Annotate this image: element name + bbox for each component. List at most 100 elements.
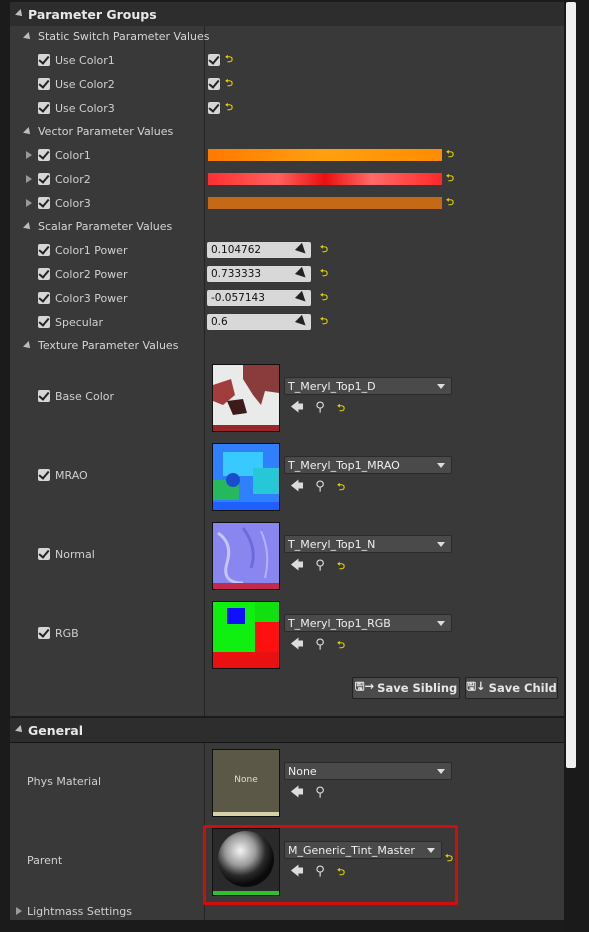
value-checkbox[interactable] [208, 54, 220, 66]
use-color3-row: Use Color3 ⮌ [10, 96, 565, 120]
parameter-groups-header[interactable]: Parameter Groups [10, 2, 565, 27]
browse-search-icon[interactable]: ⚲ [313, 786, 327, 800]
scalar-input[interactable]: 0.6 [207, 314, 311, 330]
color-swatch[interactable] [208, 197, 442, 209]
drag-handle-icon[interactable] [294, 314, 310, 330]
save-child-button[interactable]: 🖫↓ Save Child [465, 677, 558, 699]
reset-to-default-icon[interactable]: ⮌ [446, 198, 454, 208]
scrollbar-thumb[interactable] [566, 2, 576, 768]
checkbox[interactable] [38, 78, 50, 90]
collapse-arrow-icon[interactable] [15, 9, 25, 19]
section-title: General [28, 722, 83, 738]
checkbox[interactable] [38, 316, 50, 328]
general-header[interactable]: General [10, 718, 565, 743]
reset-to-default-icon[interactable]: ⮌ [446, 174, 454, 184]
checkbox[interactable] [38, 627, 50, 639]
browse-search-icon[interactable]: ⚲ [313, 638, 327, 652]
asset-combo[interactable]: T_Meryl_Top1_D [284, 377, 452, 395]
phys-material-thumbnail[interactable]: None [212, 749, 280, 817]
checkbox[interactable] [38, 390, 50, 402]
expand-arrow-icon[interactable] [26, 175, 32, 183]
browse-search-icon[interactable]: ⚲ [313, 480, 327, 494]
texture-thumbnail[interactable] [212, 601, 280, 669]
drag-handle-icon[interactable] [294, 290, 310, 306]
reset-to-default-icon[interactable]: ⮌ [320, 245, 328, 255]
color-swatch[interactable] [208, 173, 442, 185]
color-swatch[interactable] [208, 149, 442, 161]
browse-search-icon[interactable]: ⚲ [313, 559, 327, 573]
param-label: Color1 [55, 148, 91, 162]
value-checkbox[interactable] [208, 102, 220, 114]
category-title: Vector Parameter Values [38, 125, 174, 138]
use-selected-arrow-icon[interactable]: 🡄 [290, 638, 304, 652]
category-vector[interactable]: Vector Parameter Values [23, 125, 174, 138]
reset-to-default-icon[interactable]: ⮌ [320, 317, 328, 327]
category-static-switch[interactable]: Static Switch Parameter Values [23, 30, 209, 43]
asset-combo[interactable]: T_Meryl_Top1_MRAO [284, 456, 452, 474]
reset-to-default-icon[interactable]: ⮌ [225, 55, 233, 65]
use-selected-arrow-icon[interactable]: 🡄 [290, 786, 304, 800]
reset-to-default-icon[interactable]: ⮌ [446, 150, 454, 160]
param-label: Color2 Power [55, 267, 128, 281]
lightmass-settings-row[interactable]: Lightmass Settings [16, 899, 132, 923]
drag-handle-icon[interactable] [294, 266, 310, 282]
phys-material-combo[interactable]: None [284, 762, 452, 780]
browse-search-icon[interactable]: ⚲ [313, 401, 327, 415]
reset-to-default-icon[interactable]: ⮌ [320, 293, 328, 303]
checkbox[interactable] [38, 268, 50, 280]
asset-combo[interactable]: T_Meryl_Top1_N [284, 535, 452, 553]
param-label: RGB [55, 626, 79, 640]
scalar-input[interactable]: 0.733333 [207, 266, 311, 282]
texture-thumbnail[interactable] [212, 522, 280, 590]
drag-handle-icon[interactable] [294, 242, 310, 258]
checkbox[interactable] [38, 197, 50, 209]
category-texture[interactable]: Texture Parameter Values [23, 339, 179, 352]
use-selected-arrow-icon[interactable]: 🡄 [290, 401, 304, 415]
checkbox[interactable] [38, 548, 50, 560]
lightmass-label: Lightmass Settings [27, 904, 132, 918]
reset-to-default-icon[interactable]: ⮌ [225, 79, 233, 89]
collapse-arrow-icon[interactable] [15, 725, 25, 735]
collapse-arrow-icon[interactable] [23, 221, 33, 232]
reset-to-default-icon[interactable]: ⮌ [225, 103, 233, 113]
column-divider[interactable] [204, 26, 205, 716]
texture-thumbnail[interactable] [212, 443, 280, 511]
use-selected-arrow-icon[interactable]: 🡄 [290, 559, 304, 573]
base-color-label-row: Base Color [38, 384, 114, 408]
param-label: Use Color3 [55, 101, 115, 115]
reset-to-default-icon[interactable]: ⮌ [334, 401, 348, 415]
reset-to-default-icon[interactable]: ⮌ [334, 638, 348, 652]
reset-to-default-icon[interactable]: ⮌ [334, 480, 348, 494]
save-sibling-button[interactable]: 🖫→ Save Sibling [352, 677, 460, 699]
asset-combo[interactable]: T_Meryl_Top1_RGB [284, 614, 452, 632]
reset-to-default-icon[interactable]: ⮌ [320, 269, 328, 279]
checkbox[interactable] [38, 469, 50, 481]
texture-thumbnail[interactable] [212, 364, 280, 432]
expand-arrow-icon[interactable] [26, 151, 32, 159]
param-label: Color3 [55, 196, 91, 210]
color1-power-row: Color1 Power 0.104762 ⮌ [10, 238, 565, 262]
color3-power-row: Color3 Power -0.057143 ⮌ [10, 286, 565, 310]
collapse-arrow-icon[interactable] [23, 31, 33, 42]
checkbox[interactable] [38, 149, 50, 161]
checkbox[interactable] [38, 244, 50, 256]
category-title: Texture Parameter Values [38, 339, 179, 352]
checkbox[interactable] [38, 54, 50, 66]
category-scalar[interactable]: Scalar Parameter Values [23, 220, 172, 233]
value-checkbox[interactable] [208, 78, 220, 90]
param-label: Color3 Power [55, 291, 128, 305]
expand-arrow-icon[interactable] [16, 907, 22, 915]
scalar-input[interactable]: 0.104762 [207, 242, 311, 258]
collapse-arrow-icon[interactable] [23, 126, 33, 137]
asset-name: T_Meryl_Top1_D [288, 380, 376, 393]
checkbox[interactable] [38, 102, 50, 114]
scalar-value: 0.104762 [211, 244, 262, 256]
use-selected-arrow-icon[interactable]: 🡄 [290, 480, 304, 494]
reset-to-default-icon[interactable]: ⮌ [334, 559, 348, 573]
parameter-groups-body: Static Switch Parameter Values Use Color… [10, 26, 565, 716]
checkbox[interactable] [38, 173, 50, 185]
checkbox[interactable] [38, 292, 50, 304]
collapse-arrow-icon[interactable] [23, 340, 33, 351]
expand-arrow-icon[interactable] [26, 199, 32, 207]
scalar-input[interactable]: -0.057143 [207, 290, 311, 306]
